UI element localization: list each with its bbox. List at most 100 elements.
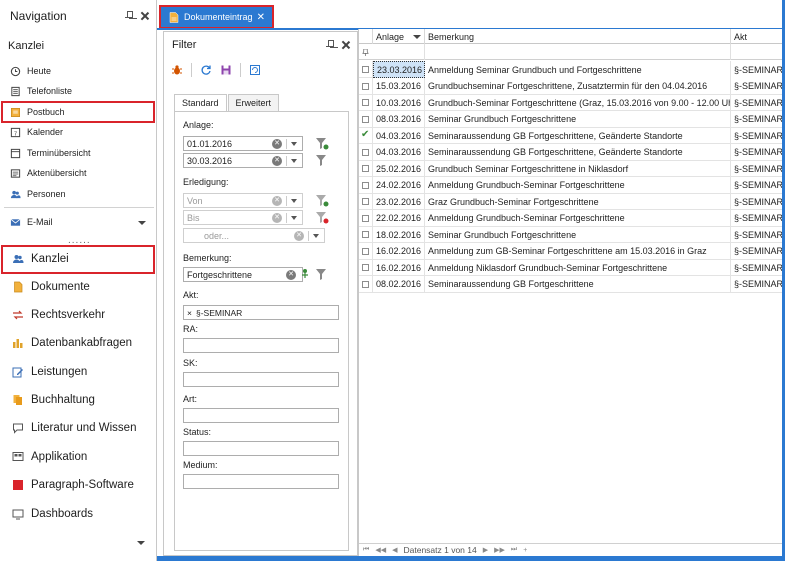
bemerkung-field[interactable]: Fortgeschrittene ✕ bbox=[183, 267, 303, 282]
cell-anlage[interactable]: 24.02.2016 bbox=[373, 176, 425, 194]
cell-akt[interactable]: §-SEMINAR bbox=[731, 127, 785, 144]
module-dashboards[interactable]: Dashboards bbox=[0, 501, 156, 527]
row-checkbox-cell[interactable] bbox=[359, 242, 373, 260]
funnel-icon[interactable] bbox=[315, 154, 327, 166]
module-paragraph-software[interactable]: Paragraph-Software bbox=[0, 472, 156, 498]
cell-anlage[interactable]: 08.02.2016 bbox=[373, 275, 425, 293]
row-checkbox[interactable] bbox=[362, 247, 369, 255]
table-row[interactable]: 08.02.2016 Seminaraussendung GB Fortgesch… bbox=[359, 275, 785, 293]
module-applikation[interactable]: Applikation bbox=[0, 444, 156, 470]
row-checkbox[interactable] bbox=[362, 165, 369, 172]
row-checkbox-cell[interactable] bbox=[359, 176, 373, 194]
bug-icon[interactable] bbox=[171, 64, 183, 76]
ra-field[interactable] bbox=[183, 338, 339, 353]
row-checkbox-cell[interactable] bbox=[359, 275, 373, 293]
row-checkbox-cell[interactable] bbox=[359, 259, 373, 276]
module-dokumente[interactable]: Dokumente bbox=[0, 274, 156, 300]
sk-field[interactable] bbox=[183, 372, 339, 387]
row-checkbox[interactable] bbox=[362, 66, 369, 73]
nav-item-telefonliste[interactable]: Telefonliste bbox=[0, 81, 156, 101]
cell-anlage[interactable]: 04.03.2016 bbox=[373, 143, 425, 161]
cell-akt[interactable]: §-SEMINAR bbox=[731, 259, 785, 276]
table-row[interactable]: 10.03.2016 Grundbuch-Seminar Fortgeschrit… bbox=[359, 94, 785, 111]
table-row[interactable]: 16.02.2016 Anmeldung Niklasdorf Grundbuch… bbox=[359, 259, 785, 276]
row-checkbox-cell[interactable] bbox=[359, 77, 373, 95]
clear-icon[interactable]: ✕ bbox=[272, 156, 282, 166]
tab-close-icon[interactable]: ✕ bbox=[257, 12, 265, 23]
nav-add-button[interactable]: + bbox=[523, 547, 527, 554]
nav-prev-page-button[interactable]: ◀◀ bbox=[375, 546, 386, 554]
cell-anlage[interactable]: 08.03.2016 bbox=[373, 110, 425, 128]
cell-anlage[interactable]: 23.03.2016 bbox=[373, 61, 425, 78]
cell-akt[interactable]: §-SEMINAR bbox=[731, 111, 785, 128]
nav-next-button[interactable]: ▶ bbox=[483, 546, 488, 554]
close-icon[interactable] bbox=[341, 40, 351, 50]
module-rechtsverkehr[interactable]: Rechtsverkehr bbox=[0, 302, 156, 328]
chevron-down-icon[interactable] bbox=[291, 142, 297, 146]
row-checkbox[interactable] bbox=[362, 181, 369, 189]
cell-bemerkung[interactable]: Anmeldung Grundbuch-Seminar Fortgeschrit… bbox=[425, 209, 731, 227]
pin-icon[interactable] bbox=[325, 40, 335, 50]
cell-bemerkung[interactable]: Anmeldung Grundbuch-Seminar Fortgeschrit… bbox=[425, 176, 731, 194]
chip-remove-icon[interactable]: × bbox=[187, 308, 192, 318]
column-header-bemerkung[interactable]: Bemerkung bbox=[425, 29, 731, 44]
row-checkbox-cell[interactable] bbox=[359, 209, 373, 227]
cell-bemerkung[interactable]: Grundbuch Seminar Fortgeschrittene in Ni… bbox=[425, 160, 731, 177]
table-row[interactable]: 18.02.2016 Seminar Grundbuch Fortgeschrit… bbox=[359, 226, 785, 243]
cell-bemerkung[interactable]: Seminaraussendung GB Fortgeschrittene, G… bbox=[425, 143, 731, 161]
table-row[interactable]: 23.02.2016 Graz Grundbuch-Seminar Fortges… bbox=[359, 193, 785, 210]
table-row[interactable]: 16.02.2016 Anmeldung zum GB-Seminar Fortg… bbox=[359, 242, 785, 260]
tab-standard[interactable]: Standard bbox=[174, 94, 227, 112]
row-checkbox-cell[interactable] bbox=[359, 143, 373, 161]
row-checkbox[interactable] bbox=[362, 148, 369, 156]
akt-field[interactable]: × §-SEMINAR bbox=[183, 305, 339, 320]
filter-reset-icon[interactable] bbox=[249, 64, 261, 76]
module-leistungen[interactable]: Leistungen bbox=[0, 359, 156, 385]
chevron-down-icon[interactable] bbox=[291, 159, 297, 163]
cell-akt[interactable]: §-SEMINAR bbox=[731, 94, 785, 111]
cell-akt[interactable]: §-SEMINAR bbox=[731, 193, 785, 210]
erledigung-von-field[interactable]: Von ✕ bbox=[183, 193, 303, 208]
cell-bemerkung[interactable]: Anmeldung zum GB-Seminar Fortgeschritten… bbox=[425, 242, 731, 260]
row-checkbox-cell[interactable] bbox=[359, 61, 373, 78]
row-checkbox-cell[interactable] bbox=[359, 160, 373, 177]
filter-cell-anlage[interactable] bbox=[373, 44, 425, 60]
cell-bemerkung[interactable]: Seminar Grundbuch Fortgeschrittene bbox=[425, 226, 731, 243]
filter-cell-bemerkung[interactable] bbox=[425, 44, 731, 60]
table-row[interactable]: 25.02.2016 Grundbuch Seminar Fortgeschrit… bbox=[359, 160, 785, 177]
pin-icon[interactable] bbox=[362, 49, 369, 56]
clear-icon[interactable]: ✕ bbox=[272, 139, 282, 149]
cell-akt[interactable]: §-SEMINAR bbox=[731, 61, 785, 78]
anlage-from-field[interactable]: 01.01.2016 ✕ bbox=[183, 136, 303, 151]
nav-item-email[interactable]: E-Mail bbox=[0, 212, 156, 232]
row-checkbox-cell[interactable] bbox=[359, 94, 373, 111]
anlage-to-field[interactable]: 30.03.2016 ✕ bbox=[183, 153, 303, 168]
cell-akt[interactable]: §-SEMINAR bbox=[731, 276, 785, 293]
cell-anlage[interactable]: 04.03.2016 bbox=[373, 127, 425, 144]
funnel-icon[interactable] bbox=[315, 137, 329, 150]
table-row[interactable]: 08.03.2016 Seminar Grundbuch Fortgeschrit… bbox=[359, 110, 785, 128]
filter-cell-akt[interactable] bbox=[731, 44, 785, 60]
chevron-down-icon[interactable] bbox=[291, 199, 297, 203]
funnel-icon[interactable] bbox=[315, 194, 329, 207]
table-row[interactable]: 23.03.2016 Anmeldung Seminar Grundbuch un… bbox=[359, 61, 785, 78]
column-header-akt[interactable]: Akt bbox=[731, 29, 785, 44]
cell-akt[interactable]: §-SEMINAR bbox=[731, 226, 785, 243]
cell-bemerkung[interactable]: Anmeldung Niklasdorf Grundbuch-Seminar F… bbox=[425, 259, 731, 276]
cell-anlage[interactable]: 22.02.2016 bbox=[373, 209, 425, 227]
cell-akt[interactable]: §-SEMINAR bbox=[731, 210, 785, 227]
row-checkbox-cell[interactable] bbox=[359, 226, 373, 243]
akt-chip[interactable]: × §-SEMINAR bbox=[187, 308, 242, 318]
cell-akt[interactable]: §-SEMINAR bbox=[731, 160, 785, 177]
table-row[interactable]: ✔ 04.03.2016 Seminaraussendung GB Fortgesc… bbox=[359, 127, 785, 144]
cell-akt[interactable]: §-SEMINAR bbox=[731, 243, 785, 260]
chevron-down-icon[interactable] bbox=[137, 541, 145, 545]
cell-akt[interactable]: §-SEMINAR bbox=[731, 177, 785, 194]
funnel-icon[interactable] bbox=[315, 268, 327, 280]
module-datenbankabfragen[interactable]: Datenbankabfragen bbox=[0, 330, 156, 356]
cell-anlage[interactable]: 18.02.2016 bbox=[373, 226, 425, 243]
nav-item-heute[interactable]: Heute bbox=[0, 61, 156, 81]
chevron-down-icon[interactable] bbox=[138, 221, 146, 225]
clear-icon[interactable]: ✕ bbox=[294, 231, 304, 241]
chevron-down-icon[interactable] bbox=[313, 234, 319, 238]
